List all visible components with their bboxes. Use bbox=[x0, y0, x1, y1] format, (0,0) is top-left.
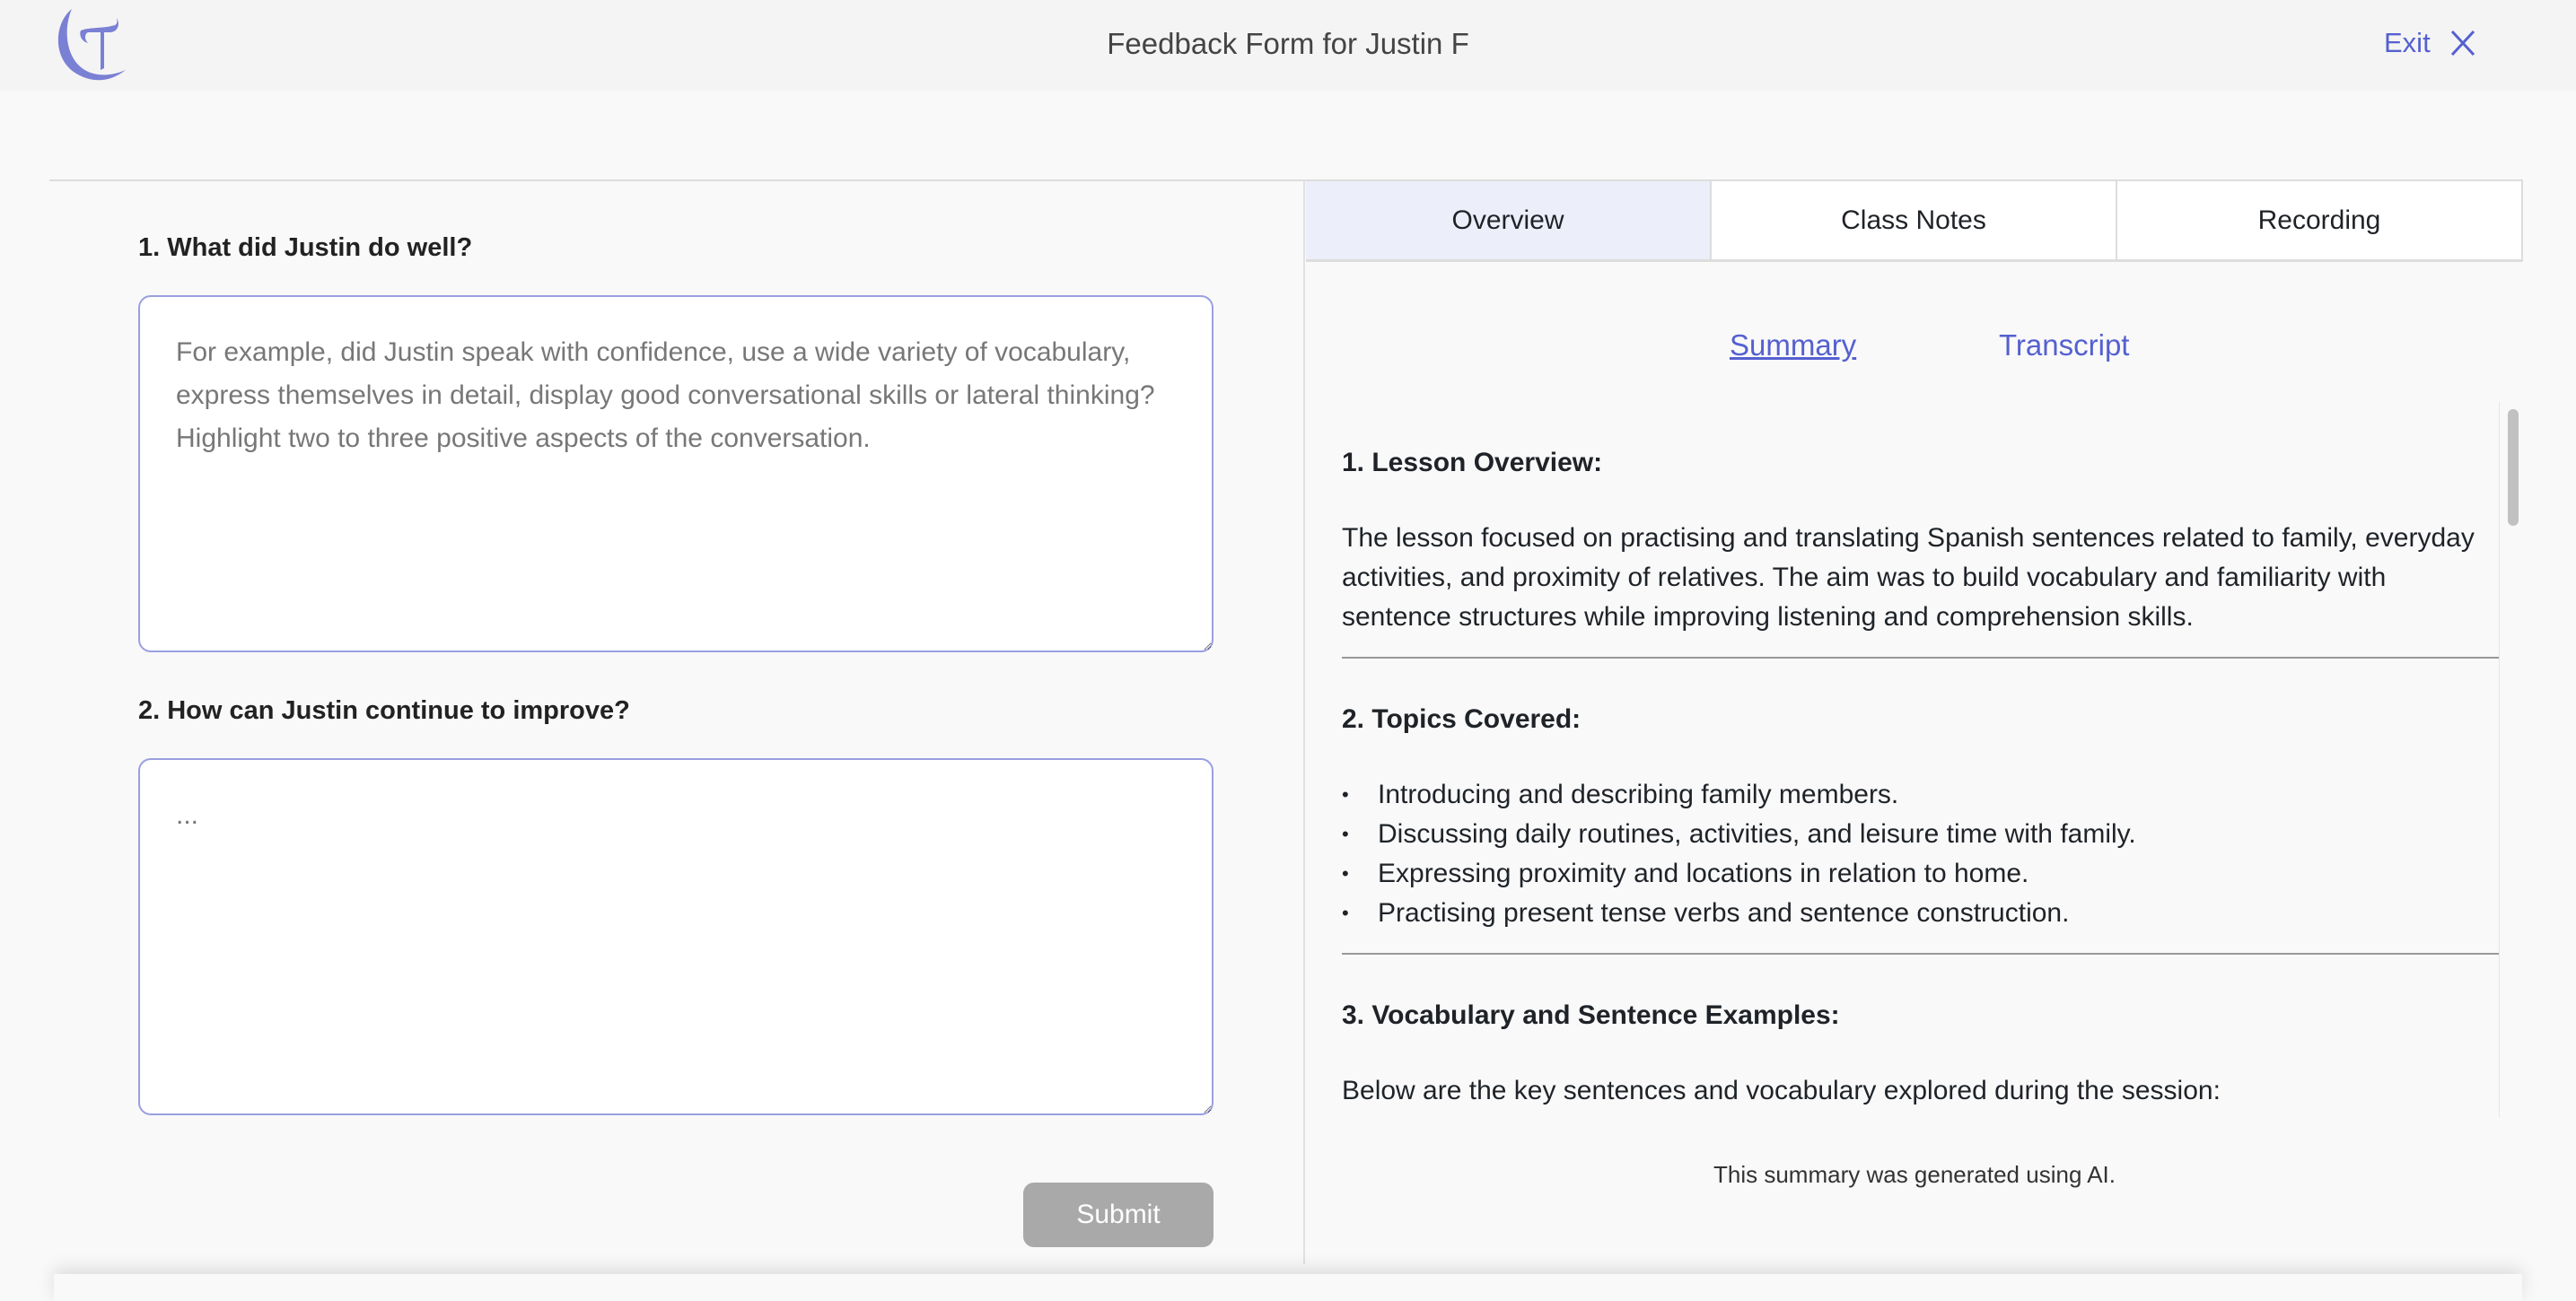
ai-note: This summary was generated using AI. bbox=[1713, 1161, 2116, 1188]
tab-class-notes[interactable]: Class Notes bbox=[1710, 181, 2116, 259]
well-done-textarea[interactable] bbox=[138, 295, 1214, 652]
subtab-summary[interactable]: Summary bbox=[1730, 328, 1856, 362]
tab-overview[interactable]: Overview bbox=[1306, 181, 1710, 259]
close-icon bbox=[2450, 30, 2475, 57]
improve-textarea[interactable] bbox=[138, 758, 1214, 1115]
column-divider bbox=[1303, 180, 1305, 1264]
section-text: The lesson focused on practising and tra… bbox=[1342, 523, 2475, 632]
section-text: Below are the key sentences and vocabula… bbox=[1342, 1076, 2221, 1105]
list-item: Practising present tense verbs and sente… bbox=[1342, 894, 2500, 933]
tab-recording[interactable]: Recording bbox=[2116, 181, 2521, 259]
summary-content: 1. Lesson Overview: The lesson focused o… bbox=[1342, 402, 2500, 1117]
question-1-label: 1. What did Justin do well? bbox=[138, 233, 473, 262]
section-heading: 3. Vocabulary and Sentence Examples: bbox=[1342, 1000, 1840, 1030]
bottom-shadow bbox=[54, 1274, 2522, 1301]
list-item: Expressing proximity and locations in re… bbox=[1342, 854, 2500, 894]
question-2-label: 2. How can Justin continue to improve? bbox=[138, 696, 630, 725]
list-item: Introducing and describing family member… bbox=[1342, 775, 2500, 815]
section-heading: 2. Topics Covered: bbox=[1342, 704, 1582, 734]
section-heading: 1. Lesson Overview: bbox=[1342, 448, 1603, 477]
page-title: Feedback Form for Justin F bbox=[1107, 27, 1469, 60]
subtab-transcript[interactable]: Transcript bbox=[1999, 328, 2129, 362]
header: Feedback Form for Justin F Exit bbox=[0, 0, 2576, 91]
topics-list: Introducing and describing family member… bbox=[1342, 775, 2500, 933]
scrollbar[interactable] bbox=[2499, 402, 2522, 1117]
tab-bar: Overview Class Notes Recording bbox=[1306, 181, 2523, 262]
list-item: Discussing daily routines, activities, a… bbox=[1342, 815, 2500, 854]
exit-label: Exit bbox=[2384, 27, 2431, 58]
separator bbox=[1342, 953, 2500, 955]
scrollbar-thumb[interactable] bbox=[2508, 409, 2519, 526]
exit-button[interactable]: Exit bbox=[2384, 27, 2475, 59]
separator bbox=[1342, 657, 2500, 659]
submit-button[interactable]: Submit bbox=[1023, 1183, 1214, 1247]
